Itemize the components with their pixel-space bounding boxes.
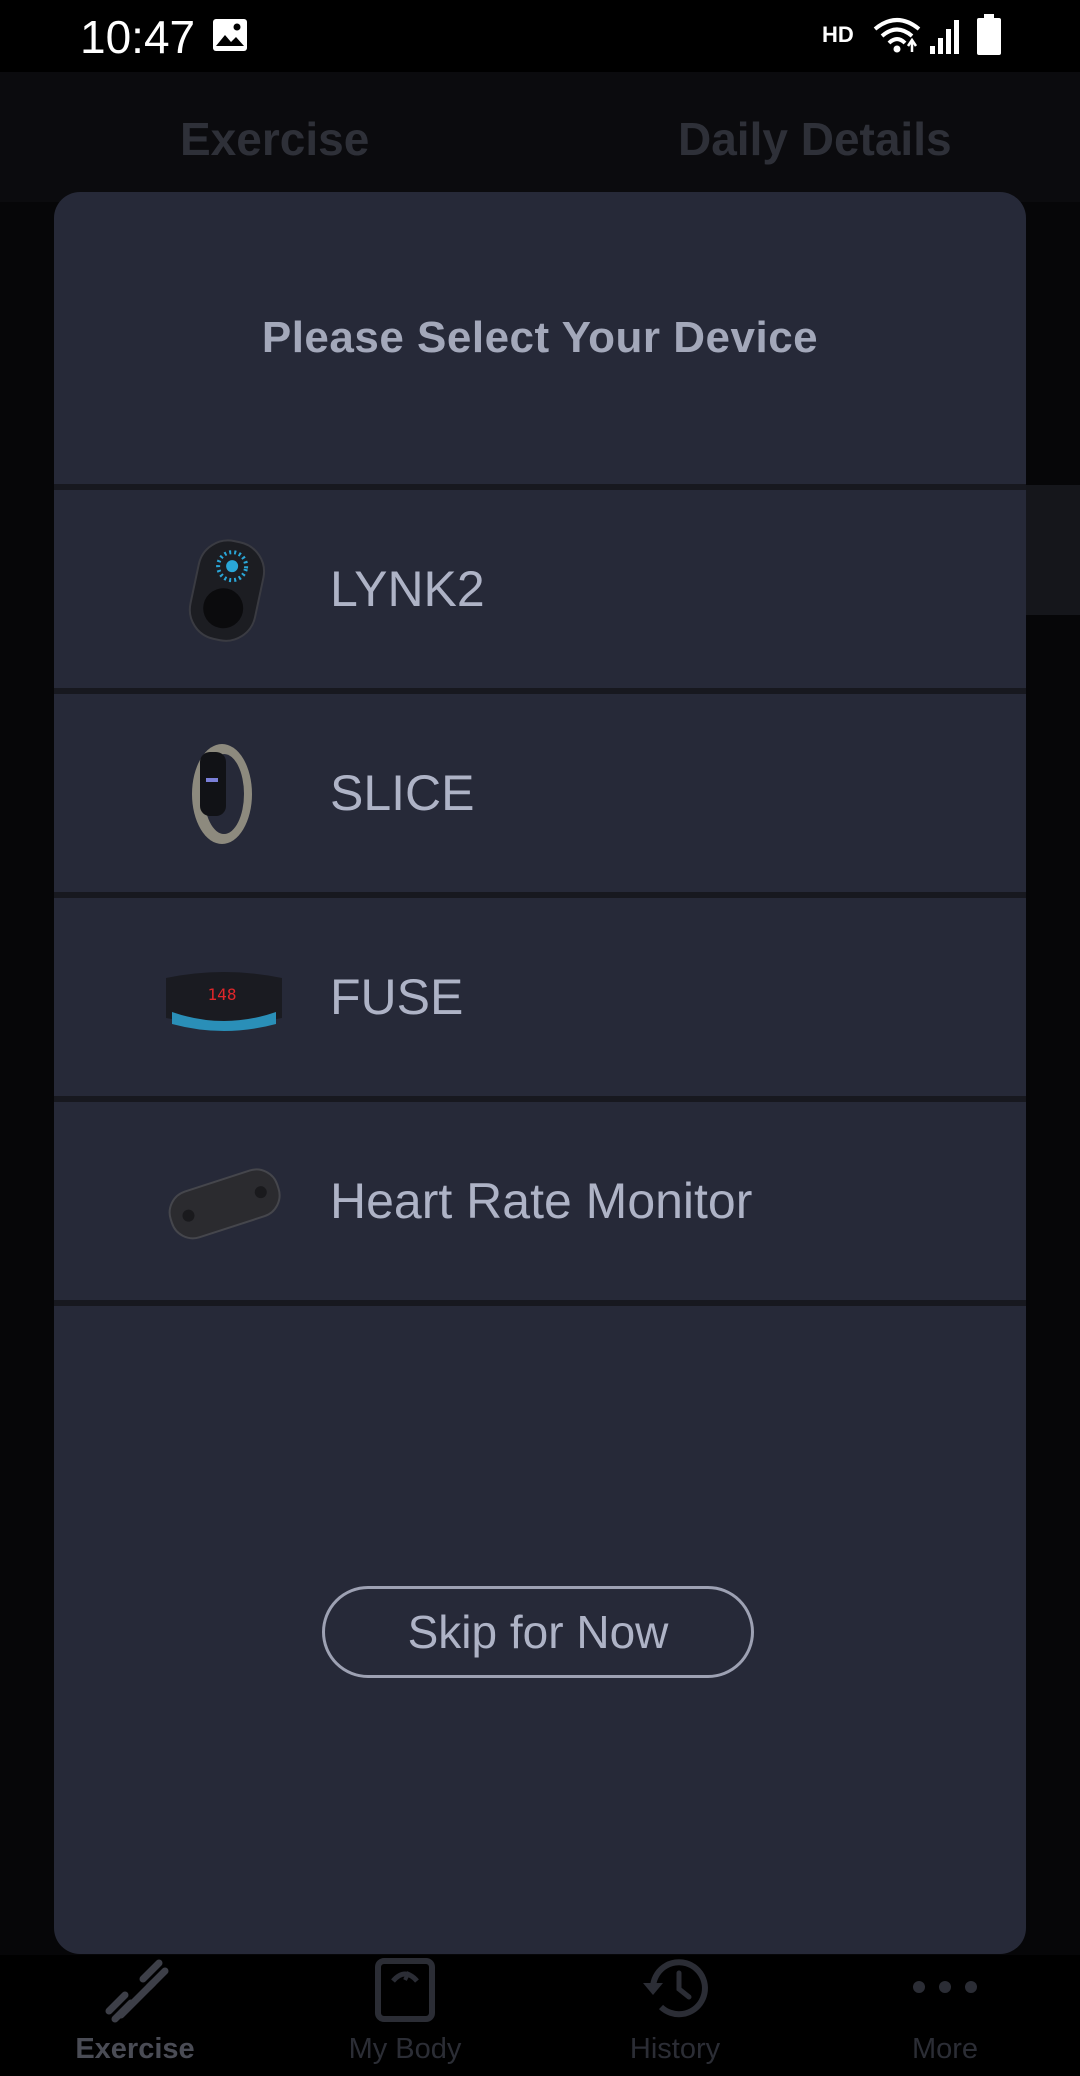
nav-item-exercise[interactable]: Exercise [0, 1955, 270, 2076]
fuse-device-icon: 148 [166, 972, 282, 1031]
battery-icon [977, 14, 1001, 55]
nav-label-more: More [911, 2033, 979, 2065]
background-panel-edge [1026, 485, 1080, 615]
more-dots-icon [913, 1981, 977, 1993]
nav-item-my-body[interactable]: My Body [270, 1955, 540, 2076]
gallery-icon [213, 19, 247, 51]
device-row-fuse[interactable]: 148 FUSE [54, 898, 1026, 1096]
device-label-heart-rate-monitor: Heart Rate Monitor [330, 1173, 753, 1229]
divider [54, 1300, 1026, 1306]
nav-label-exercise: Exercise [75, 2033, 195, 2065]
tab-daily-details[interactable]: Daily Details [678, 112, 952, 166]
device-row-slice[interactable]: SLICE [54, 694, 1026, 892]
bottom-nav: Exercise My Body History More [0, 1955, 1080, 2076]
nav-label-my-body: My Body [348, 2033, 462, 2065]
nav-label-history: History [629, 2033, 721, 2065]
fuse-display-text: 148 [208, 985, 237, 1004]
heart-rate-monitor-icon [168, 1168, 281, 1240]
history-icon [643, 1959, 708, 2018]
scale-icon [375, 1958, 435, 2022]
nav-item-history[interactable]: History [540, 1955, 810, 2076]
nav-item-more[interactable]: More [810, 1955, 1080, 2076]
lynk2-device-icon [188, 539, 266, 642]
signal-icon [930, 20, 959, 54]
top-tabs: Exercise Daily Details [0, 72, 1080, 202]
device-label-slice: SLICE [330, 765, 475, 821]
device-label-lynk2: LYNK2 [330, 561, 485, 617]
status-time: 10:47 [80, 11, 196, 63]
dialog-title: Please Select Your Device [261, 313, 819, 362]
wifi-icon [873, 18, 921, 53]
tab-exercise[interactable]: Exercise [180, 112, 369, 166]
device-select-dialog: Please Select Your Device LYNK2 SLICE 14… [54, 192, 1026, 1954]
skip-for-now-button[interactable]: Skip for Now [322, 1586, 754, 1678]
device-row-lynk2[interactable]: LYNK2 [54, 490, 1026, 688]
slice-device-icon [192, 744, 252, 844]
status-bar: 10:47 HD [0, 0, 1080, 72]
dumbbell-icon [105, 1959, 169, 2023]
network-hd-label: HD [822, 22, 854, 47]
device-row-heart-rate-monitor[interactable]: Heart Rate Monitor [54, 1102, 1026, 1300]
screen: 10:47 HD Exercise Daily Details Exercise… [0, 0, 1080, 2076]
device-label-fuse: FUSE [330, 969, 464, 1025]
